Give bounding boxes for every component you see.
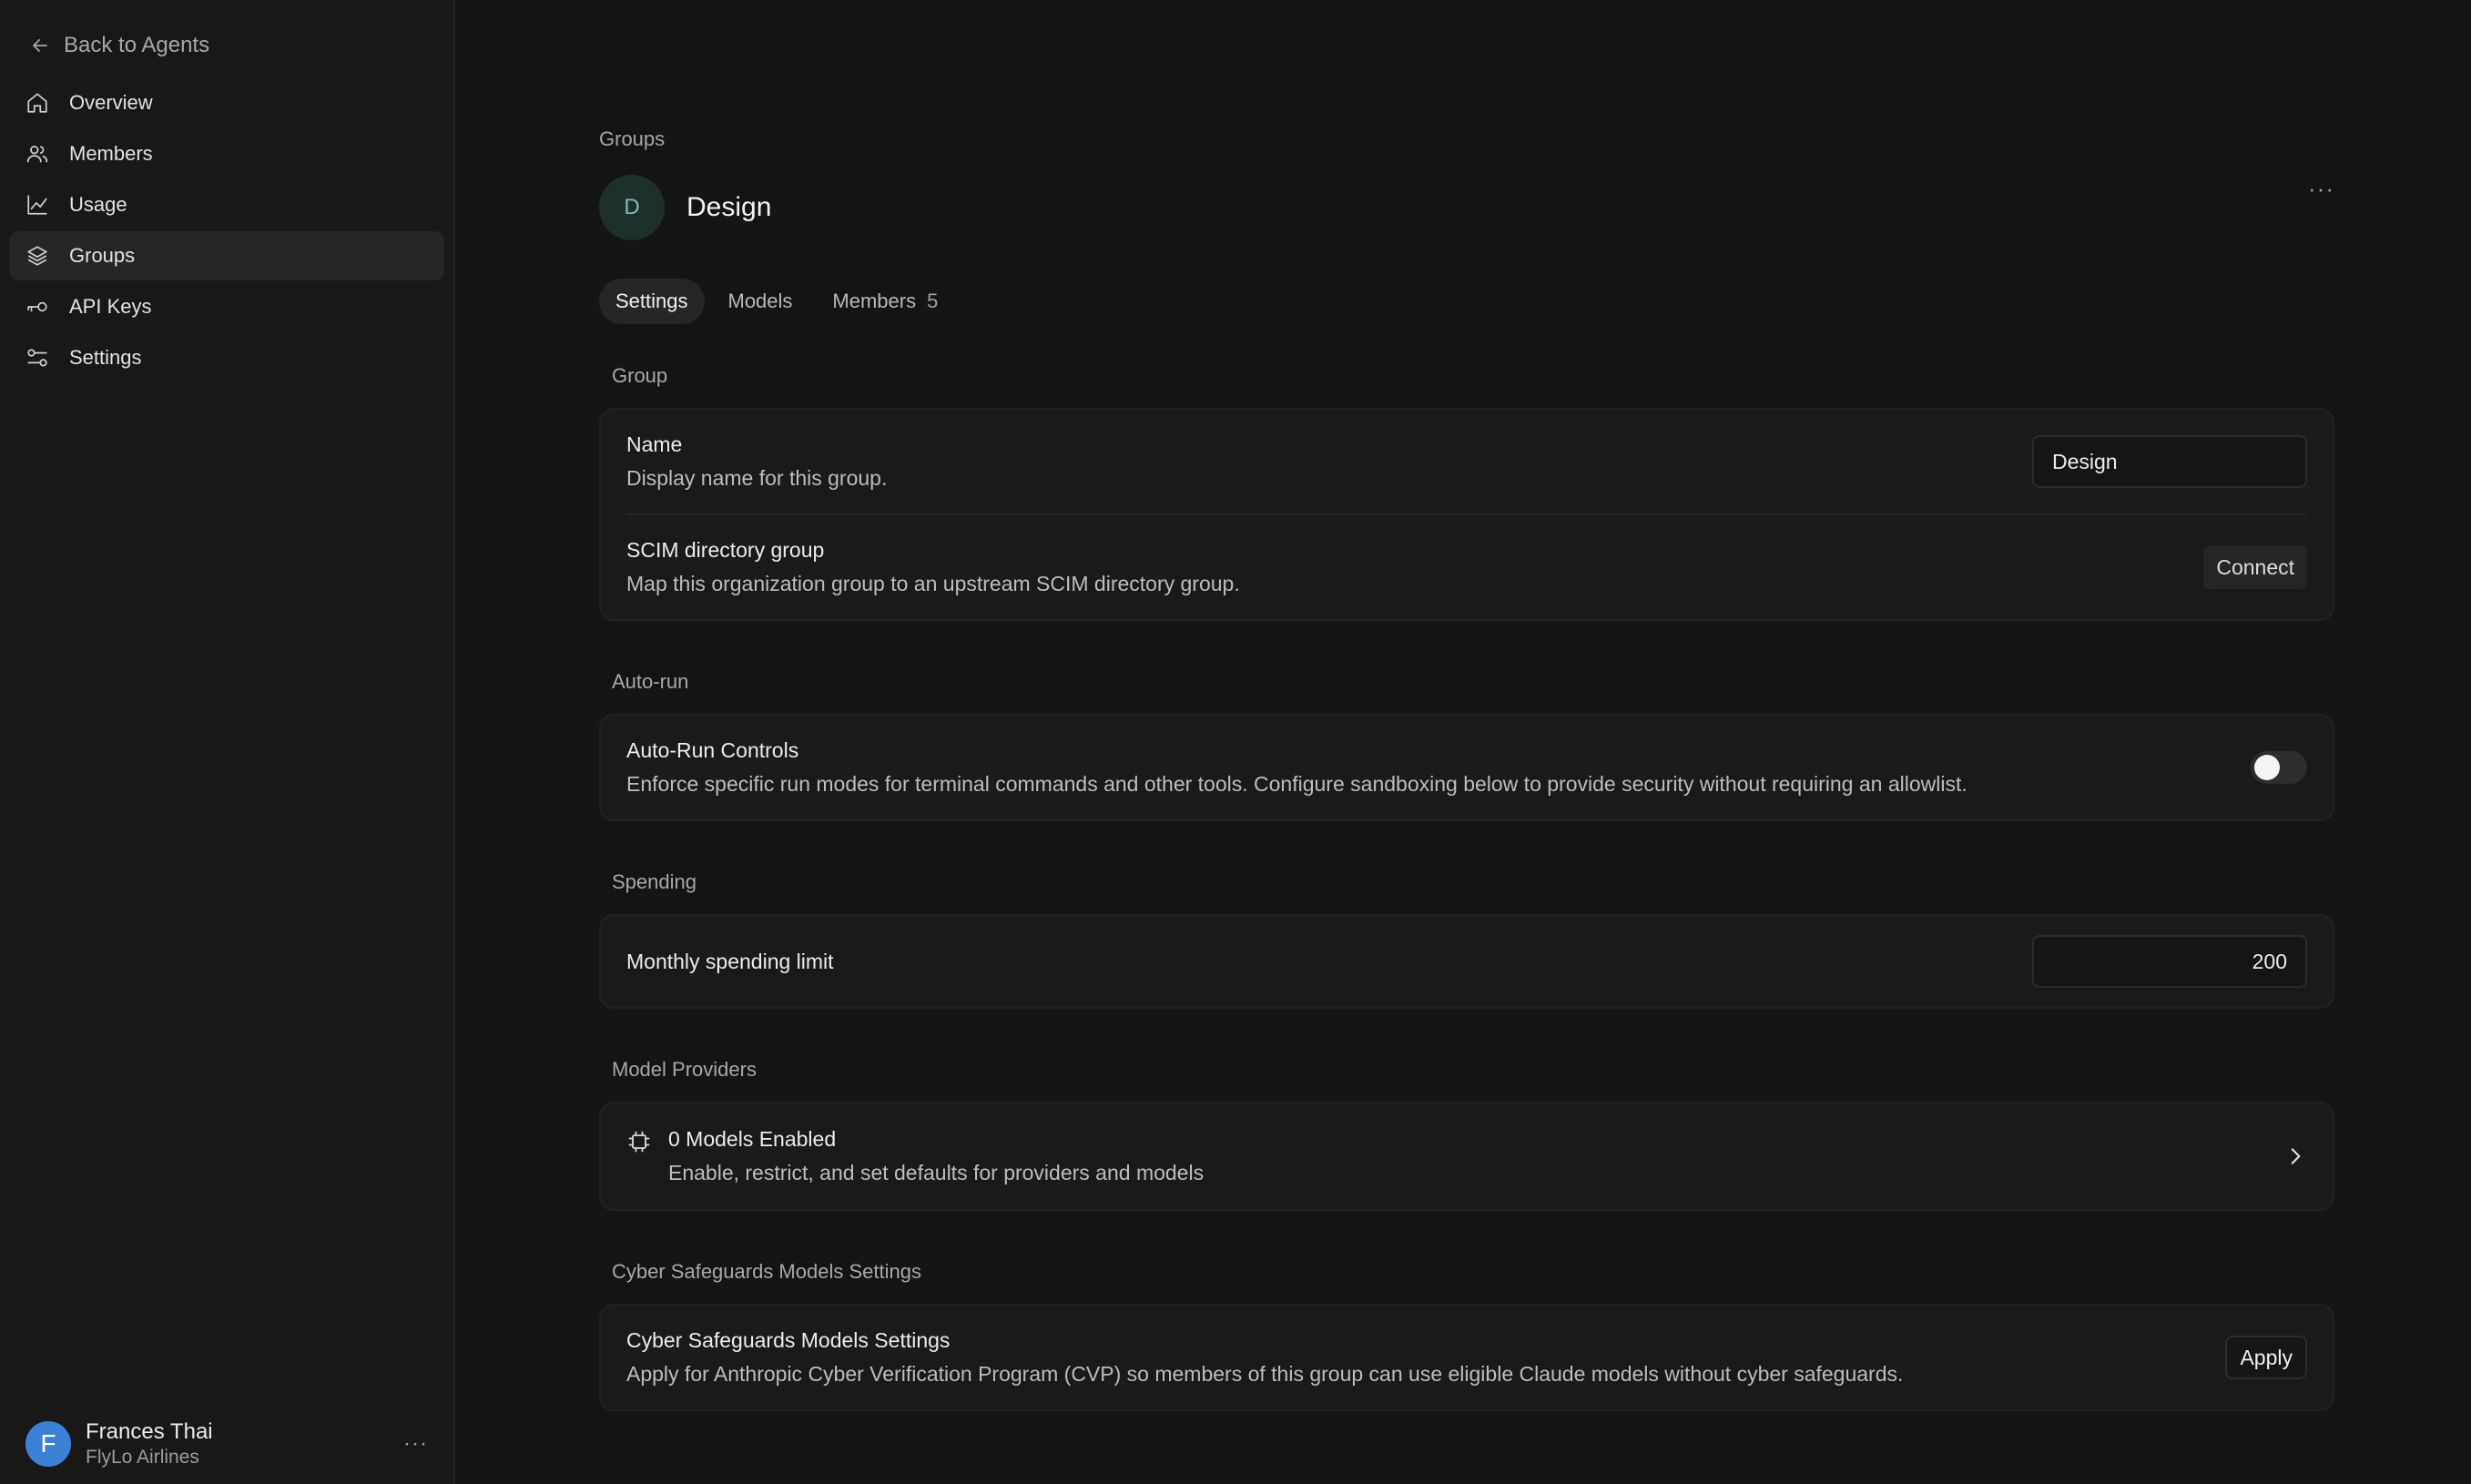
user-profile[interactable]: F Frances Thai FlyLo Airlines ···: [25, 1417, 428, 1471]
cyber-safeguards-card: Cyber Safeguards Models Settings Apply f…: [599, 1304, 2334, 1411]
sidebar-item-api-keys[interactable]: API Keys: [9, 282, 444, 331]
group-settings-card: Name Display name for this group. SCIM d…: [599, 408, 2334, 621]
section-label-model-providers: Model Providers: [612, 1058, 757, 1081]
sidebar-item-label: Usage: [69, 193, 127, 216]
sidebar-item-usage[interactable]: Usage: [9, 180, 444, 229]
auto-run-toggle[interactable]: [2251, 751, 2307, 784]
tab-settings[interactable]: Settings: [599, 279, 705, 324]
chevron-right-icon[interactable]: [2283, 1144, 2307, 1168]
group-header: D Design ···: [599, 175, 2334, 240]
models-enabled-description: Enable, restrict, and set defaults for p…: [668, 1161, 1205, 1184]
back-to-agents-link[interactable]: Back to Agents: [9, 31, 444, 60]
section-label-group: Group: [612, 364, 668, 387]
home-icon: [27, 93, 47, 113]
auto-run-description: Enforce specific run modes for terminal …: [626, 772, 1968, 796]
connect-button[interactable]: Connect: [2203, 545, 2307, 589]
model-providers-text: 0 Models Enabled Enable, restrict, and s…: [668, 1127, 1204, 1185]
auto-run-row: Auto-Run Controls Enforce specific run m…: [601, 716, 2333, 819]
section-label-auto-run: Auto-run: [612, 670, 689, 693]
section-label-cyber-safeguards: Cyber Safeguards Models Settings: [612, 1260, 921, 1283]
name-description: Display name for this group.: [626, 466, 888, 490]
spending-card: Monthly spending limit: [599, 914, 2334, 1009]
breadcrumb[interactable]: Groups: [599, 127, 2334, 153]
toggle-knob: [2254, 755, 2280, 780]
sidebar-item-label: Overview: [69, 91, 153, 114]
section-label-spending: Spending: [612, 870, 697, 893]
auto-run-card: Auto-Run Controls Enforce specific run m…: [599, 714, 2334, 821]
sidebar: Back to Agents Overview Members Usage Gr…: [0, 0, 455, 1484]
sidebar-item-groups[interactable]: Groups: [9, 231, 444, 280]
chart-line-icon: [27, 195, 47, 215]
name-row-text: Name Display name for this group.: [626, 432, 887, 491]
cpu-chip-icon: [628, 1131, 650, 1153]
user-org: FlyLo Airlines: [86, 1447, 199, 1468]
users-icon: [26, 146, 48, 163]
scim-description: Map this organization group to an upstre…: [626, 572, 1240, 595]
tab-label: Settings: [615, 290, 688, 312]
spending-limit-input[interactable]: [2032, 935, 2307, 988]
key-icon: [27, 301, 47, 312]
scim-title: SCIM directory group: [626, 538, 825, 562]
back-label: Back to Agents: [64, 33, 210, 57]
spending-title: Monthly spending limit: [626, 949, 834, 973]
tab-label: Members: [832, 290, 917, 312]
scim-row-text: SCIM directory group Map this organizati…: [626, 538, 1240, 596]
user-name: Frances Thai: [86, 1419, 213, 1444]
more-options-icon[interactable]: ···: [2308, 175, 2334, 203]
layers-icon: [27, 246, 47, 266]
apply-button[interactable]: Apply: [2225, 1336, 2307, 1379]
sidebar-item-label: Groups: [69, 244, 136, 267]
sidebar-item-settings[interactable]: Settings: [9, 333, 444, 382]
group-avatar: D: [599, 175, 665, 240]
name-row: Name Display name for this group.: [601, 410, 2333, 513]
arrow-left-icon: [33, 39, 47, 52]
cyber-safeguards-title: Cyber Safeguards Models Settings: [626, 1328, 951, 1352]
avatar: F: [25, 1421, 71, 1467]
auto-run-title: Auto-Run Controls: [626, 738, 799, 762]
tabs: Settings Models Members 5: [599, 279, 2334, 324]
sidebar-item-members[interactable]: Members: [9, 129, 444, 178]
cyber-safeguards-row: Cyber Safeguards Models Settings Apply f…: [601, 1306, 2333, 1409]
model-providers-content: 0 Models Enabled Enable, restrict, and s…: [626, 1127, 1204, 1185]
name-title: Name: [626, 432, 683, 456]
auto-run-row-text: Auto-Run Controls Enforce specific run m…: [626, 738, 1968, 797]
spending-row: Monthly spending limit: [601, 916, 2333, 1007]
tab-members[interactable]: Members 5: [816, 279, 954, 324]
page-title: Design: [686, 192, 772, 222]
main-content: Groups D Design ··· Settings Models Memb…: [455, 0, 2471, 1484]
sidebar-item-label: API Keys: [69, 295, 152, 318]
scim-row: SCIM directory group Map this organizati…: [601, 515, 2333, 619]
cyber-safeguards-text: Cyber Safeguards Models Settings Apply f…: [626, 1328, 1903, 1387]
group-name-input[interactable]: [2032, 435, 2307, 488]
model-providers-row[interactable]: 0 Models Enabled Enable, restrict, and s…: [601, 1103, 2333, 1209]
cyber-safeguards-description: Apply for Anthropic Cyber Verification P…: [626, 1362, 1904, 1386]
sidebar-item-label: Settings: [69, 346, 142, 369]
app-root: Back to Agents Overview Members Usage Gr…: [0, 0, 2471, 1484]
user-menu-icon[interactable]: ···: [403, 1431, 428, 1457]
sliders-icon: [27, 349, 47, 367]
sidebar-item-overview[interactable]: Overview: [9, 78, 444, 127]
user-text: Frances Thai FlyLo Airlines: [86, 1419, 389, 1469]
members-count-badge: 5: [927, 290, 939, 312]
tab-models[interactable]: Models: [712, 279, 809, 324]
model-providers-card[interactable]: 0 Models Enabled Enable, restrict, and s…: [599, 1102, 2334, 1211]
tab-label: Models: [727, 290, 793, 312]
models-enabled-title: 0 Models Enabled: [668, 1127, 837, 1151]
sidebar-item-label: Members: [69, 142, 153, 165]
